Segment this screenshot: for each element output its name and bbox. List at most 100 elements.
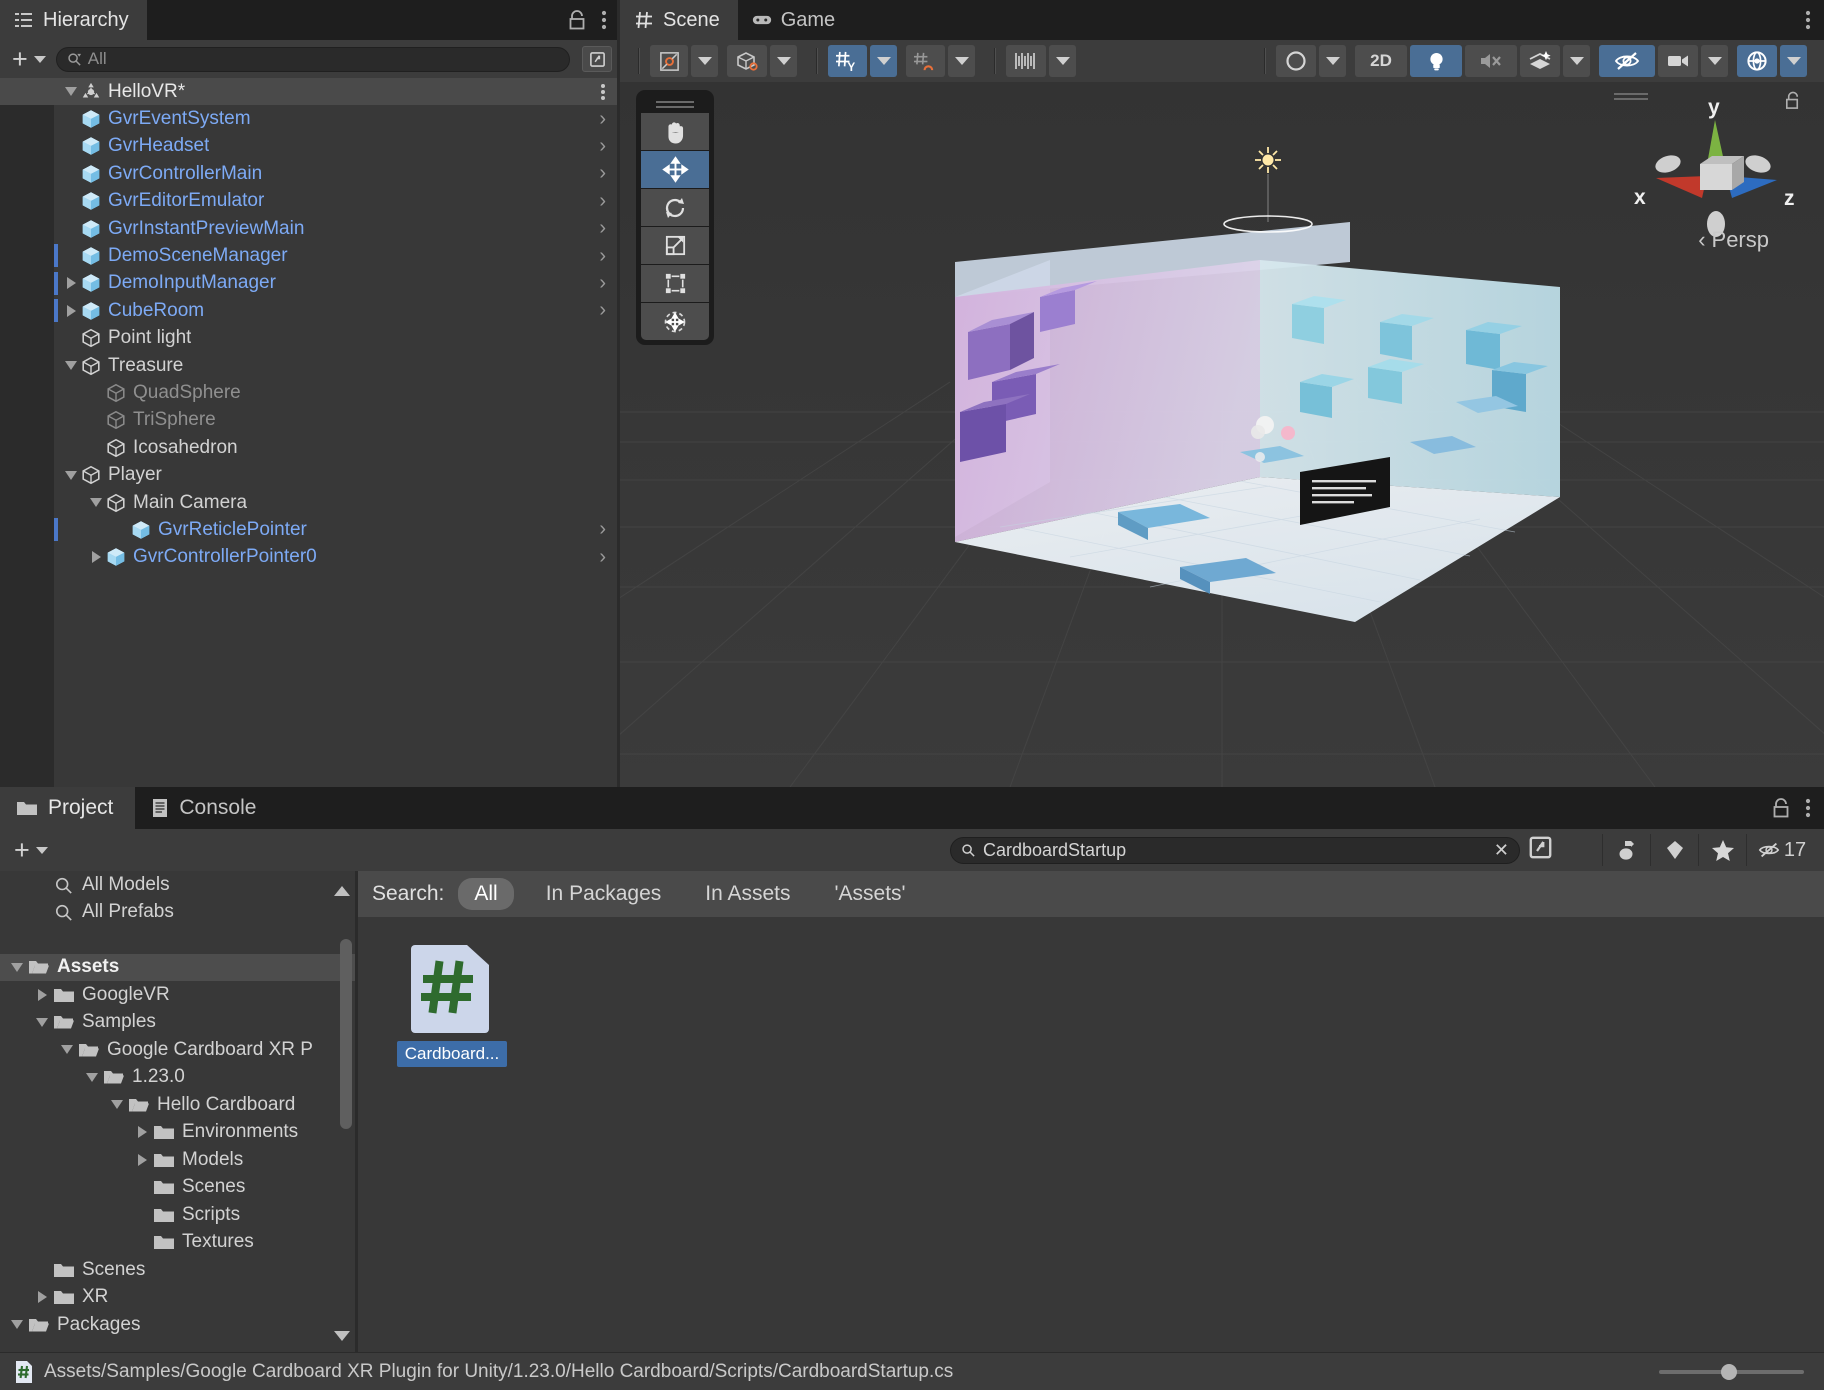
- project-tree-item-assets[interactable]: Assets: [0, 954, 355, 982]
- grid-snapping-button[interactable]: Y: [828, 45, 867, 77]
- hierarchy-item-gvrheadset[interactable]: GvrHeadset›: [0, 133, 620, 160]
- foldout-toggle[interactable]: [62, 297, 80, 324]
- foldout-toggle[interactable]: [31, 989, 53, 1001]
- project-search-input[interactable]: CardboardStartup ✕: [950, 837, 1520, 864]
- tab-console[interactable]: Console: [135, 787, 278, 829]
- gizmos-toggle-button[interactable]: [1737, 45, 1777, 77]
- hierarchy-item-gvreventsystem[interactable]: GvrEventSystem›: [0, 105, 620, 132]
- create-gameobject-button[interactable]: +: [8, 46, 50, 73]
- transform-tool[interactable]: [641, 303, 709, 340]
- project-tree-scrollbar[interactable]: [340, 939, 352, 1129]
- project-tree-item-textures[interactable]: Textures: [0, 1229, 355, 1257]
- handle-rotation-dropdown[interactable]: [770, 45, 797, 77]
- tab-scene[interactable]: Scene: [620, 0, 738, 40]
- hierarchy-item-trisphere[interactable]: TriSphere: [0, 407, 620, 434]
- hierarchy-item-gvrcontrollermain[interactable]: GvrControllerMain›: [0, 160, 620, 187]
- hierarchy-item-gvrreticlepointer[interactable]: GvrReticlePointer›: [0, 516, 620, 543]
- foldout-toggle[interactable]: [131, 1126, 153, 1138]
- scene-root-foldout[interactable]: [62, 78, 80, 105]
- hierarchy-item-main-camera[interactable]: Main Camera: [0, 489, 620, 516]
- foldout-toggle[interactable]: [87, 489, 105, 516]
- project-tree-item-scripts[interactable]: Scripts: [0, 1201, 355, 1229]
- project-tree-item-all-prefabs[interactable]: All Prefabs: [0, 899, 355, 927]
- prefab-open-chevron-icon[interactable]: ›: [599, 135, 606, 158]
- project-folder-tree[interactable]: All Models All Prefabs Assets GoogleVR S…: [0, 871, 355, 1352]
- lock-icon[interactable]: [567, 9, 587, 31]
- foldout-toggle[interactable]: [106, 1100, 128, 1109]
- hierarchy-item-gvreditoremulator[interactable]: GvrEditorEmulator›: [0, 188, 620, 215]
- project-tree-item-scenes[interactable]: Scenes: [0, 1256, 355, 1284]
- hierarchy-item-gvrcontrollerpointer0[interactable]: GvrControllerPointer0›: [0, 544, 620, 571]
- project-tree-item-scenes[interactable]: Scenes: [0, 1174, 355, 1202]
- hidden-packages-button[interactable]: 17: [1746, 834, 1816, 866]
- prefab-open-chevron-icon[interactable]: ›: [599, 546, 606, 569]
- foldout-toggle[interactable]: [56, 1045, 78, 1054]
- project-tree-item-googlevr[interactable]: GoogleVR: [0, 981, 355, 1009]
- project-search-expand-button[interactable]: [1528, 835, 1553, 865]
- move-tool[interactable]: [641, 151, 709, 188]
- project-tree-item-xr[interactable]: XR: [0, 1284, 355, 1312]
- project-tree-item-models[interactable]: Models: [0, 1146, 355, 1174]
- asset-item[interactable]: Cardboard...: [394, 941, 510, 1067]
- hierarchy-item-demoscenemanager[interactable]: DemoSceneManager›: [0, 242, 620, 269]
- tab-game[interactable]: Game: [738, 0, 853, 40]
- hierarchy-item-icosahedron[interactable]: Icosahedron: [0, 434, 620, 461]
- lock-icon[interactable]: [1771, 797, 1791, 819]
- gizmos-dropdown[interactable]: [1780, 45, 1807, 77]
- prefab-open-chevron-icon[interactable]: ›: [599, 272, 606, 295]
- foldout-toggle[interactable]: [87, 544, 105, 571]
- hierarchy-item-cuberoom[interactable]: CubeRoom›: [0, 297, 620, 324]
- scene-overlay-handle[interactable]: [1612, 88, 1654, 104]
- foldout-toggle[interactable]: [81, 1073, 103, 1082]
- project-tree-item-all-models[interactable]: All Models: [0, 871, 355, 899]
- filter-by-type-button[interactable]: [1602, 834, 1650, 866]
- tab-project[interactable]: Project: [0, 787, 135, 829]
- scale-tool[interactable]: [641, 227, 709, 264]
- tab-hierarchy[interactable]: Hierarchy: [0, 0, 147, 40]
- prefab-open-chevron-icon[interactable]: ›: [599, 108, 606, 131]
- foldout-toggle[interactable]: [6, 963, 28, 972]
- hierarchy-scene-root[interactable]: HelloVR*: [0, 78, 620, 105]
- project-tree-item-samples[interactable]: Samples: [0, 1009, 355, 1037]
- prefab-open-chevron-icon[interactable]: ›: [599, 190, 606, 213]
- hand-tool[interactable]: [641, 113, 709, 150]
- hierarchy-item-demoinputmanager[interactable]: DemoInputManager›: [0, 270, 620, 297]
- prefab-open-chevron-icon[interactable]: ›: [599, 299, 606, 322]
- scene-visibility-button[interactable]: [1599, 45, 1655, 77]
- component-tools-button[interactable]: [1006, 45, 1046, 77]
- palette-drag-handle[interactable]: [641, 95, 709, 113]
- hierarchy-tree[interactable]: HelloVR* GvrEventSystem› GvrHeadset› Gvr…: [0, 78, 620, 787]
- foldout-toggle[interactable]: [62, 270, 80, 297]
- search-filter-in-assets[interactable]: In Assets: [689, 878, 806, 910]
- scene-kebab-icon[interactable]: [600, 81, 606, 103]
- hierarchy-item-treasure[interactable]: Treasure: [0, 352, 620, 379]
- pivot-mode-dropdown[interactable]: [691, 45, 718, 77]
- foldout-toggle[interactable]: [31, 1291, 53, 1303]
- lighting-toggle-button[interactable]: [1410, 45, 1462, 77]
- gizmo-projection-label[interactable]: ‹Persp: [1698, 227, 1769, 253]
- prefab-open-chevron-icon[interactable]: ›: [599, 217, 606, 240]
- hierarchy-search-input[interactable]: All: [56, 47, 570, 72]
- hierarchy-search-expand-button[interactable]: [582, 46, 612, 72]
- kebab-menu-icon[interactable]: [601, 9, 607, 31]
- hierarchy-item-point-light[interactable]: Point light: [0, 325, 620, 352]
- favorites-button[interactable]: [1698, 834, 1746, 866]
- search-filter-in-packages[interactable]: In Packages: [530, 878, 678, 910]
- project-tree-item-packages[interactable]: Packages: [0, 1311, 355, 1339]
- prefab-open-chevron-icon[interactable]: ›: [599, 162, 606, 185]
- audio-toggle-button[interactable]: [1465, 45, 1517, 77]
- search-filter-all[interactable]: All: [458, 878, 513, 910]
- kebab-menu-icon[interactable]: [1805, 9, 1811, 31]
- foldout-toggle[interactable]: [6, 1320, 28, 1329]
- gizmo-lock-icon[interactable]: [1783, 90, 1802, 111]
- scroll-up-arrow-icon[interactable]: [331, 883, 353, 899]
- project-tree-item-environments[interactable]: Environments: [0, 1119, 355, 1147]
- hierarchy-item-player[interactable]: Player: [0, 461, 620, 488]
- create-asset-button[interactable]: +: [10, 837, 52, 864]
- project-tree-item-1-23-0[interactable]: 1.23.0: [0, 1064, 355, 1092]
- effects-dropdown[interactable]: [1563, 45, 1590, 77]
- hierarchy-item-quadsphere[interactable]: QuadSphere: [0, 379, 620, 406]
- rect-tool[interactable]: [641, 265, 709, 302]
- component-tools-dropdown[interactable]: [1049, 45, 1076, 77]
- clear-search-button[interactable]: ✕: [1494, 840, 1509, 861]
